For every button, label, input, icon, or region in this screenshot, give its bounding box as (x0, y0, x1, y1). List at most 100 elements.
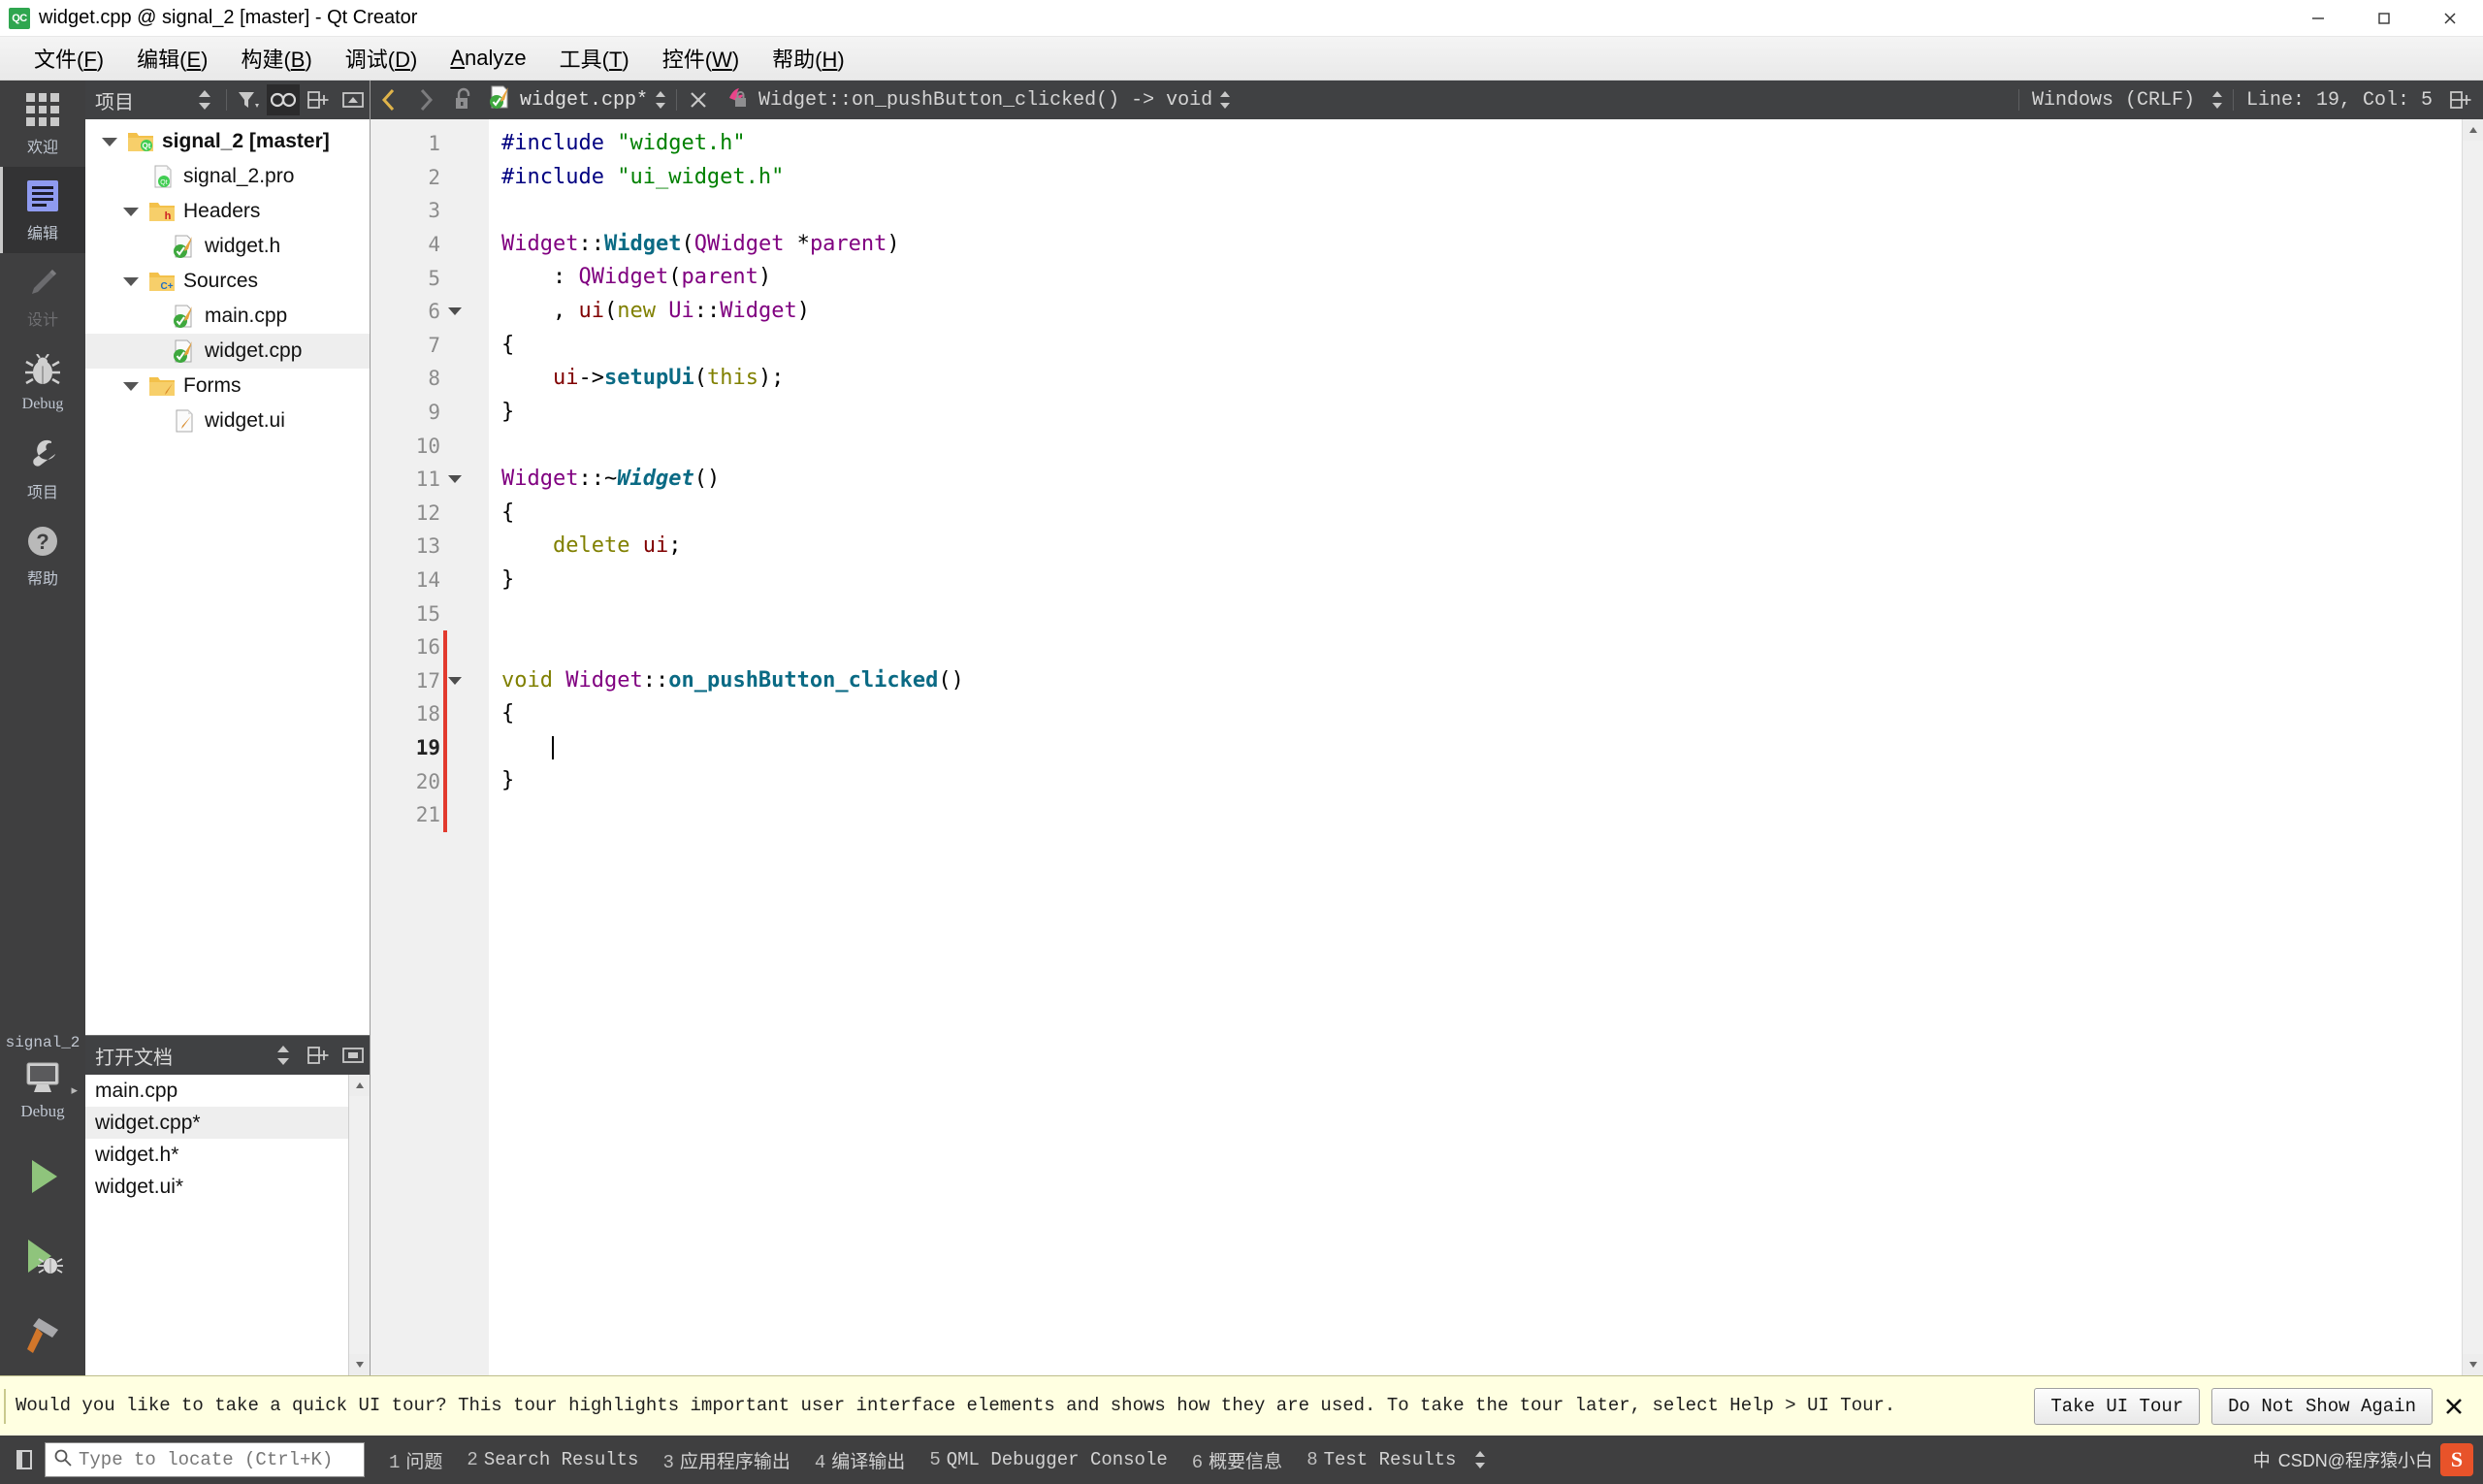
gutter-line[interactable]: 16 (371, 630, 489, 664)
code-line[interactable]: : QWidget(parent) (501, 261, 2462, 295)
code-line[interactable] (501, 731, 2462, 765)
output-pane-button[interactable]: 2 Search Results (456, 1443, 649, 1476)
code-line[interactable]: } (501, 564, 2462, 597)
open-documents-scrollbar[interactable] (348, 1075, 370, 1375)
menu-item-2[interactable]: 编辑(E) (120, 39, 224, 78)
mode-projects[interactable]: 项目 (0, 426, 85, 512)
open-document-item[interactable]: widget.cpp* (85, 1107, 370, 1139)
tree-item-widget.h[interactable]: widget.h (85, 229, 370, 264)
gutter-line[interactable]: 18 (371, 697, 489, 731)
tree-item-headers[interactable]: h Headers (85, 194, 370, 229)
collapse-button[interactable] (337, 84, 370, 115)
fold-marker-icon[interactable] (440, 475, 469, 484)
debug-button[interactable] (0, 1216, 85, 1296)
gutter-line[interactable]: 20 (371, 764, 489, 798)
take-ui-tour-button[interactable]: Take UI Tour (2034, 1387, 2201, 1425)
sidebar-toggle-icon[interactable] (8, 1443, 41, 1476)
open-documents-list[interactable]: main.cpp widget.cpp* widget.h* widget.ui* (85, 1075, 370, 1375)
mode-debug[interactable]: Debug (0, 339, 85, 426)
open-document-item[interactable]: widget.h* (85, 1139, 370, 1171)
gutter-line[interactable]: 8 (371, 362, 489, 396)
code-line[interactable]: #include "ui_widget.h" (501, 161, 2462, 195)
menu-item-3[interactable]: 构建(B) (224, 39, 328, 78)
unlocked-icon[interactable] (444, 81, 481, 119)
navigate-back-button[interactable] (371, 81, 407, 119)
code-line[interactable]: #include "widget.h" (501, 127, 2462, 161)
gutter-line[interactable]: 1 (371, 127, 489, 161)
tree-item-sources[interactable]: C+ Sources (85, 264, 370, 299)
mode-design[interactable]: 设计 (0, 253, 85, 339)
output-panes-more-button[interactable] (1467, 1448, 1494, 1471)
code-line[interactable]: { (501, 697, 2462, 731)
output-pane-button[interactable]: 6 概要信息 (1181, 1441, 1293, 1479)
code-line[interactable] (501, 194, 2462, 228)
scroll-up-button[interactable] (349, 1075, 370, 1096)
filter-button[interactable] (232, 84, 265, 115)
gutter-line[interactable]: 17 (371, 664, 489, 698)
split-editor-button[interactable] (2442, 81, 2479, 119)
project-tree[interactable]: Qt signal_2 [master] Qt signal_2.pro h Header… (85, 119, 370, 1035)
code-line[interactable] (501, 429, 2462, 463)
mode-welcome[interactable]: 欢迎 (0, 81, 85, 167)
code-text[interactable]: #include "widget.h" #include "ui_widget.h… (489, 119, 2462, 1375)
build-button[interactable] (0, 1296, 85, 1375)
editor-file-chooser[interactable]: widget.cpp* (481, 85, 648, 115)
scroll-down-button[interactable] (2463, 1354, 2483, 1375)
code-line[interactable]: { (501, 497, 2462, 531)
tree-item-main.cpp[interactable]: main.cpp (85, 299, 370, 334)
tree-item-signal_2--master-[interactable]: Qt signal_2 [master] (85, 124, 370, 159)
kit-button[interactable]: ▸ Debug (0, 1057, 85, 1127)
menu-item-4[interactable]: 调试(D) (329, 39, 435, 78)
open-document-item[interactable]: widget.ui* (85, 1171, 370, 1203)
output-pane-button[interactable]: 5 QML Debugger Console (919, 1443, 1177, 1476)
menu-item-8[interactable]: 帮助(H) (756, 39, 861, 78)
output-pane-button[interactable]: 1 问题 (378, 1441, 453, 1479)
gutter-line[interactable]: 9 (371, 396, 489, 430)
mode-help[interactable]: ? 帮助 (0, 512, 85, 598)
line-ending-dropdown-button[interactable] (2205, 89, 2230, 111)
locator-input[interactable]: Type to locate (Ctrl+K) (45, 1442, 365, 1477)
gutter-line[interactable]: 2 (371, 161, 489, 195)
symbol-dropdown-button[interactable] (1212, 89, 1238, 111)
open-document-item[interactable]: main.cpp (85, 1075, 370, 1107)
output-pane-button[interactable]: 3 应用程序输出 (652, 1441, 800, 1479)
tree-item-widget.cpp[interactable]: widget.cpp (85, 334, 370, 369)
sync-updown-button[interactable] (188, 84, 221, 115)
output-pane-button[interactable]: 4 编译输出 (804, 1441, 916, 1479)
mode-edit[interactable]: 编辑 (0, 167, 85, 253)
line-number-gutter[interactable]: 1 2 3 4 5 6 7 8 9 10 11 12 13 14 15 16 17 18 19 20 21 (371, 119, 489, 1375)
code-line[interactable]: { (501, 329, 2462, 363)
tree-item-forms[interactable]: Forms (85, 369, 370, 403)
sync-updown-button[interactable] (267, 1040, 300, 1071)
scroll-up-button[interactable] (2463, 119, 2483, 141)
chevron-down-icon[interactable] (95, 137, 124, 146)
menu-item-6[interactable]: 工具(T) (543, 39, 646, 78)
gutter-line[interactable]: 4 (371, 228, 489, 262)
minimize-button[interactable] (2285, 0, 2351, 37)
gutter-line[interactable]: 12 (371, 497, 489, 531)
code-line[interactable] (501, 597, 2462, 630)
gutter-line[interactable]: 3 (371, 194, 489, 228)
code-line[interactable]: } (501, 396, 2462, 430)
code-editor[interactable]: 1 2 3 4 5 6 7 8 9 10 11 12 13 14 15 16 17 18 19 20 21 #inclu… (371, 119, 2483, 1375)
code-line[interactable]: delete ui; (501, 530, 2462, 564)
menu-item-5[interactable]: Analyze (434, 42, 542, 75)
code-line[interactable]: void Widget::on_pushButton_clicked() (501, 664, 2462, 698)
code-line[interactable]: ui->setupUi(this); (501, 362, 2462, 396)
gutter-line[interactable]: 10 (371, 429, 489, 463)
chevron-down-icon[interactable] (116, 381, 145, 391)
gutter-line[interactable]: 7 (371, 329, 489, 363)
navigate-forward-button[interactable] (407, 81, 444, 119)
menu-item-1[interactable]: 文件(F) (17, 39, 120, 78)
gutter-line[interactable]: 11 (371, 463, 489, 497)
run-button[interactable] (0, 1137, 85, 1216)
chevron-down-icon[interactable] (116, 276, 145, 286)
gutter-line[interactable]: 13 (371, 530, 489, 564)
gutter-line[interactable]: 15 (371, 597, 489, 630)
menu-item-7[interactable]: 控件(W) (646, 39, 756, 78)
split-button[interactable] (302, 84, 335, 115)
gutter-line[interactable]: 14 (371, 564, 489, 597)
maximize-button[interactable] (2351, 0, 2417, 37)
file-dropdown-button[interactable] (648, 89, 673, 111)
output-pane-button[interactable]: 8 Test Results (1296, 1443, 1467, 1476)
